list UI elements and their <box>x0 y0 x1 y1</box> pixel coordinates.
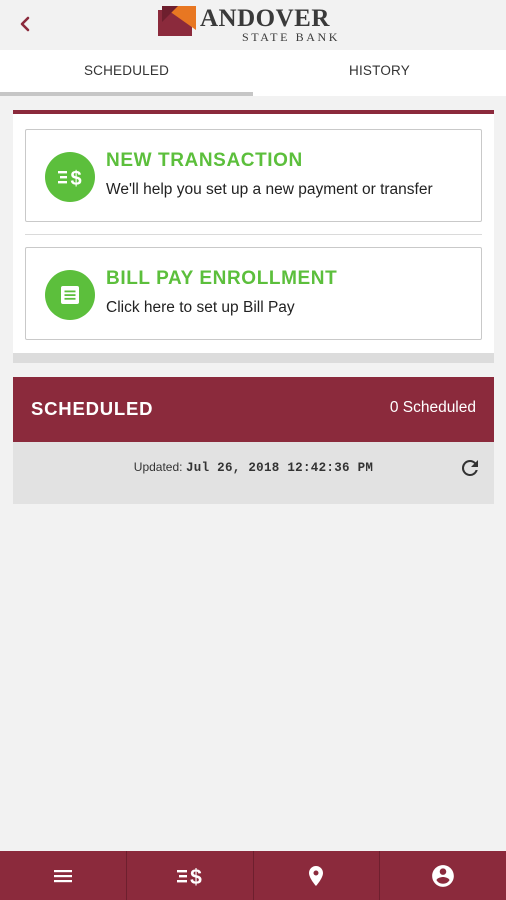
back-button[interactable] <box>14 10 38 38</box>
app-header: ANDOVER STATE BANK <box>0 0 506 50</box>
updated-label: Updated: <box>133 460 183 474</box>
refresh-button[interactable] <box>458 456 482 480</box>
transfer-money-icon: $ <box>176 866 202 889</box>
scheduled-title: SCHEDULED <box>31 398 154 419</box>
refresh-icon <box>461 459 478 476</box>
bill-pay-subtitle: Click here to set up Bill Pay <box>106 299 295 316</box>
nav-transfers[interactable]: $ <box>127 851 254 900</box>
svg-text:$: $ <box>190 866 202 889</box>
bill-pay-title: BILL PAY ENROLLMENT <box>106 268 338 289</box>
chevron-left-icon <box>20 16 30 32</box>
logo-subtitle: STATE BANK <box>242 30 341 44</box>
document-icon <box>45 270 95 320</box>
bank-logo: ANDOVER STATE BANK <box>158 5 354 44</box>
menu-icon <box>53 869 72 882</box>
updated-bar: Updated: Jul 26, 2018 12:42:36 PM <box>13 442 494 504</box>
logo-mark-icon <box>158 6 196 36</box>
account-icon <box>432 864 454 887</box>
location-pin-icon <box>309 865 324 886</box>
nav-locations[interactable] <box>254 851 381 900</box>
bill-pay-enrollment-card[interactable]: BILL PAY ENROLLMENT Click here to set up… <box>25 247 482 340</box>
scheduled-count: 0 Scheduled <box>389 399 476 416</box>
bottom-nav: $ <box>0 851 506 900</box>
scheduled-section-header: SCHEDULED 0 Scheduled <box>13 377 494 442</box>
updated-timestamp: Updated: Jul 26, 2018 12:42:36 PM <box>13 460 494 475</box>
new-transaction-card[interactable]: $ NEW TRANSACTION We'll help you set up … <box>25 129 482 222</box>
tab-scheduled[interactable]: SCHEDULED <box>0 50 253 96</box>
svg-text:$: $ <box>70 168 81 189</box>
actions-panel: $ NEW TRANSACTION We'll help you set up … <box>13 110 494 363</box>
panel-footer-strip <box>13 353 494 363</box>
new-transaction-subtitle: We'll help you set up a new payment or t… <box>106 181 433 198</box>
tab-bar: SCHEDULED HISTORY <box>0 50 506 96</box>
transfer-money-icon: $ <box>45 152 95 202</box>
updated-value: Jul 26, 2018 12:42:36 PM <box>185 461 374 475</box>
new-transaction-title: NEW TRANSACTION <box>106 150 303 171</box>
logo-wordmark: ANDOVER <box>200 5 330 32</box>
divider <box>25 234 482 235</box>
nav-account[interactable] <box>380 851 506 900</box>
nav-menu[interactable] <box>0 851 127 900</box>
tab-history[interactable]: HISTORY <box>253 50 506 96</box>
